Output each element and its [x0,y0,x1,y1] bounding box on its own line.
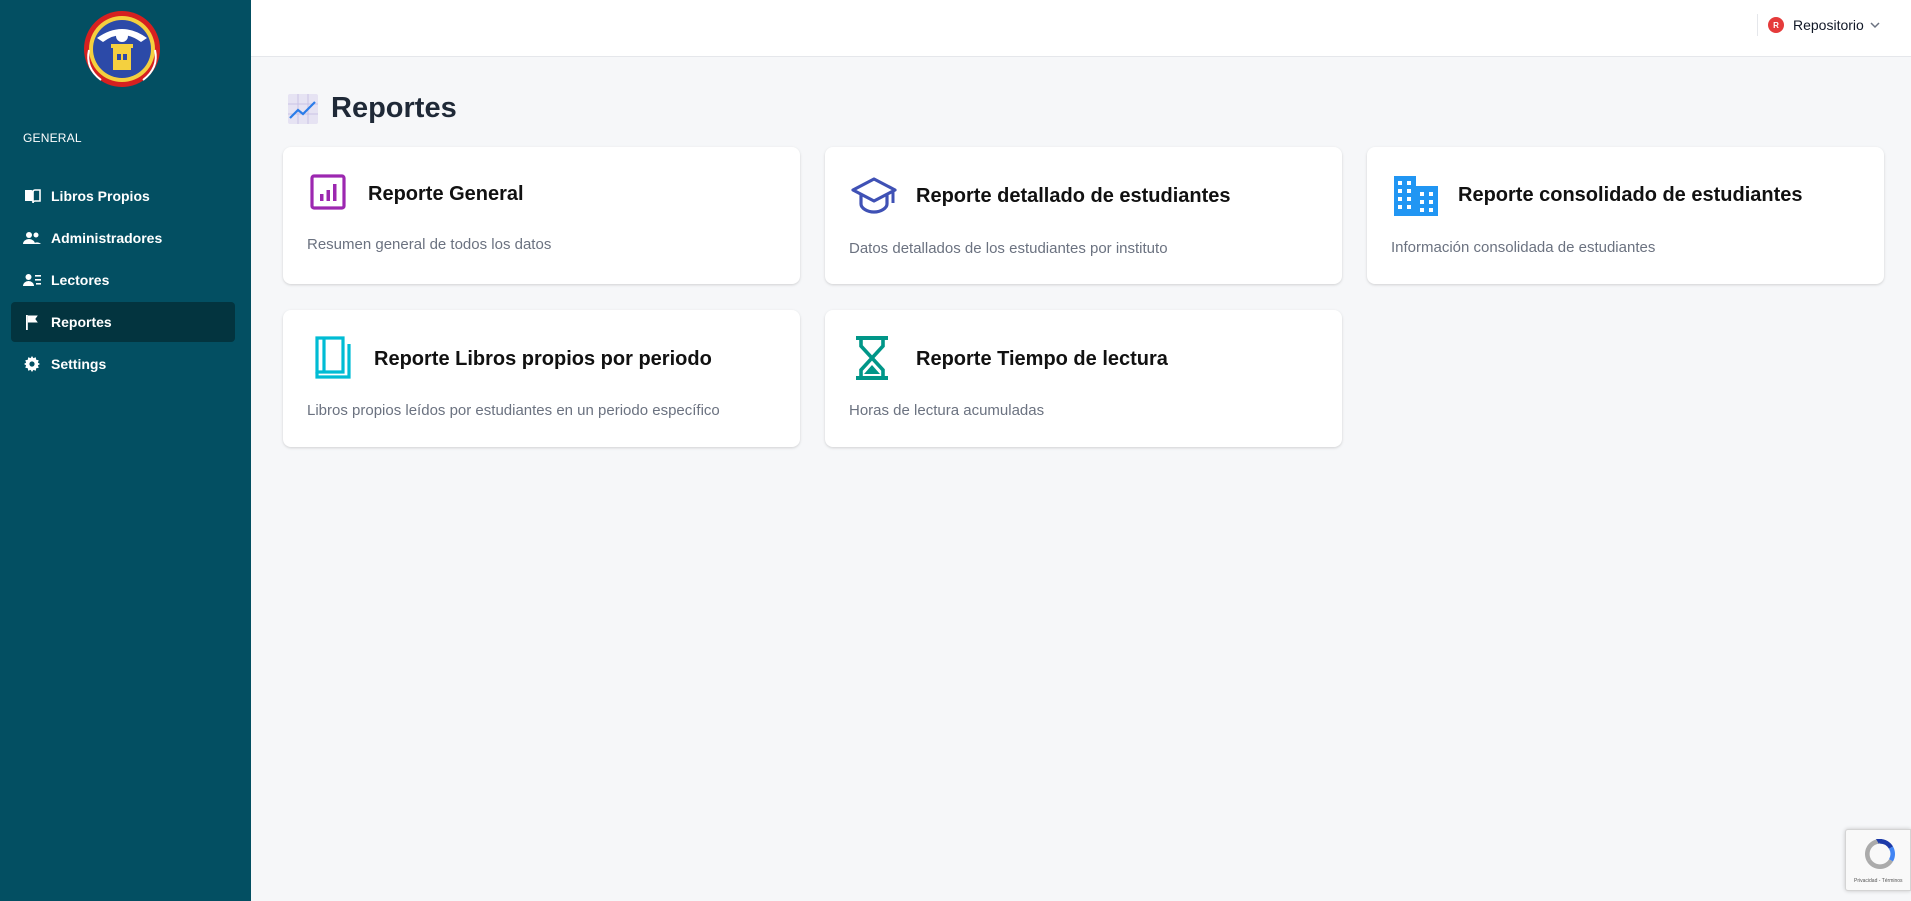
hourglass-icon [856,336,888,380]
flag-icon [23,313,41,331]
topbar-divider [1757,14,1758,36]
card-description: Información consolidada de estudiantes [1391,239,1656,256]
chevron-down-icon [1870,22,1880,29]
users-icon [23,229,41,247]
card-description: Horas de lectura acumuladas [849,402,1045,419]
page-title: Reportes [331,92,457,124]
sidebar-item-label: Lectores [51,272,110,288]
sidebar-nav: Libros Propios Administradores Lectores … [11,176,235,386]
sidebar: GENERAL Libros Propios Administradores L… [0,0,251,901]
card-title: Reporte Tiempo de lectura [916,348,1168,370]
report-card-detallado-estudiantes[interactable]: Reporte detallado de estudiantes Datos d… [825,147,1342,284]
book-icon [23,187,41,205]
card-title: Reporte consolidado de estudiantes [1458,184,1803,206]
user-name: Repositorio [1793,17,1864,33]
report-card-consolidado-estudiantes[interactable]: Reporte consolidado de estudiantes Infor… [1367,147,1884,284]
card-title: Reporte General [368,183,524,205]
sidebar-item-reportes[interactable]: Reportes [11,302,235,342]
recaptcha-footer[interactable]: Privacidad - Términos [1854,878,1903,884]
graduation-cap-icon [851,177,897,214]
sidebar-item-label: Reportes [51,314,112,330]
topbar [251,0,1911,57]
sidebar-item-administradores[interactable]: Administradores [11,218,235,258]
report-card-tiempo-lectura[interactable]: Reporte Tiempo de lectura Horas de lectu… [825,310,1342,447]
card-description: Datos detallados de los estudiantes por … [849,240,1168,257]
card-title: Reporte Libros propios por periodo [374,348,712,370]
sidebar-item-libros-propios[interactable]: Libros Propios [11,176,235,216]
page-header: Reportes [287,92,457,125]
sidebar-item-label: Administradores [51,230,163,246]
gear-icon [23,355,41,373]
bar-chart-icon [310,174,346,210]
card-title: Reporte detallado de estudiantes [916,185,1231,207]
section-label-general: GENERAL [23,131,82,145]
chart-line-icon [288,93,318,124]
avatar: R [1768,17,1784,33]
report-card-libros-propios-periodo[interactable]: Reporte Libros propios por periodo Libro… [283,310,800,447]
recaptcha-badge[interactable]: Privacidad - Términos [1845,829,1911,891]
card-description: Libros propios leídos por estudiantes en… [307,402,720,419]
sidebar-item-label: Libros Propios [51,188,150,204]
logo[interactable] [83,8,161,88]
report-card-general[interactable]: Reporte General Resumen general de todos… [283,147,800,284]
book-outline-icon [315,336,351,379]
sidebar-item-lectores[interactable]: Lectores [11,260,235,300]
user-list-icon [23,271,41,289]
user-menu[interactable]: R Repositorio [1768,14,1881,36]
sidebar-item-settings[interactable]: Settings [11,344,235,384]
building-icon [1394,176,1438,216]
card-description: Resumen general de todos los datos [307,236,552,253]
recaptcha-icon [1864,839,1896,870]
sidebar-item-label: Settings [51,356,107,372]
